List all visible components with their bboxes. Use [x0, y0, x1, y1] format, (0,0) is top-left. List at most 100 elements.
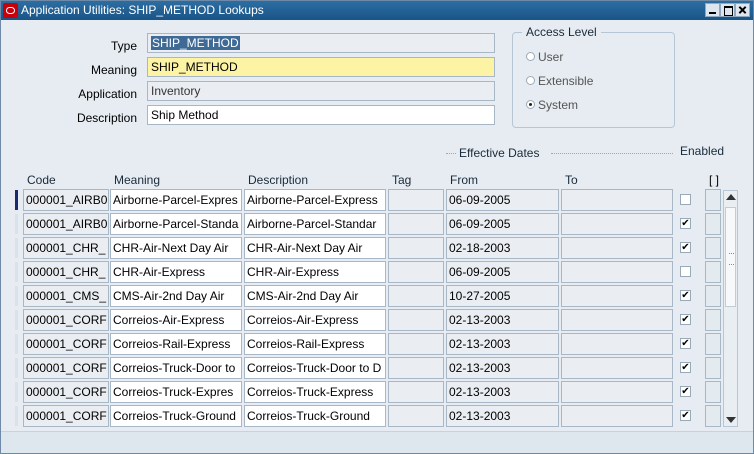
meaning-cell[interactable]: Airborne-Parcel-Expres: [110, 189, 242, 211]
row-indicator[interactable]: [15, 214, 18, 234]
row-indicator[interactable]: [15, 262, 18, 282]
enabled-checkbox[interactable]: [680, 266, 691, 277]
meaning-cell[interactable]: Correios-Rail-Express: [110, 333, 242, 355]
close-icon[interactable]: [735, 3, 750, 17]
enabled-checkbox[interactable]: ✔: [680, 386, 691, 397]
description-cell[interactable]: Correios-Air-Express: [244, 309, 386, 331]
scroll-up-icon[interactable]: [726, 194, 736, 200]
enabled-checkbox[interactable]: ✔: [680, 242, 691, 253]
meaning-cell[interactable]: Correios-Truck-Expres: [110, 381, 242, 403]
context-field[interactable]: [705, 309, 721, 331]
to-date-cell[interactable]: [561, 285, 673, 307]
row-indicator[interactable]: [15, 334, 18, 354]
table-row[interactable]: 000001_CORF Correios-Truck-Ground Correios…: [1, 405, 754, 427]
code-cell[interactable]: 000001_CORF: [23, 357, 109, 379]
enabled-checkbox[interactable]: ✔: [680, 290, 691, 301]
context-field[interactable]: [705, 405, 721, 427]
from-date-cell[interactable]: 02-18-2003: [446, 237, 559, 259]
row-indicator[interactable]: [15, 406, 18, 426]
code-cell[interactable]: 000001_CHR_: [23, 261, 109, 283]
code-cell[interactable]: 000001_CORF: [23, 405, 109, 427]
row-indicator[interactable]: [15, 238, 18, 258]
tag-cell[interactable]: [388, 381, 444, 403]
tag-cell[interactable]: [388, 237, 444, 259]
tag-cell[interactable]: [388, 261, 444, 283]
table-row[interactable]: 000001_CHR_ CHR-Air-Next Day Air CHR-Air-N…: [1, 237, 754, 259]
title-bar[interactable]: Application Utilities: SHIP_METHOD Looku…: [1, 1, 753, 20]
radio-button-icon[interactable]: [526, 52, 535, 62]
tag-cell[interactable]: [388, 333, 444, 355]
to-date-cell[interactable]: [561, 357, 673, 379]
context-field[interactable]: [705, 285, 721, 307]
description-cell[interactable]: CMS-Air-2nd Day Air: [244, 285, 386, 307]
context-field[interactable]: [705, 189, 721, 211]
from-date-cell[interactable]: 02-13-2003: [446, 333, 559, 355]
description-cell[interactable]: Correios-Truck-Express: [244, 381, 386, 403]
from-date-cell[interactable]: 06-09-2005: [446, 261, 559, 283]
context-field[interactable]: [705, 237, 721, 259]
meaning-cell[interactable]: CHR-Air-Next Day Air: [110, 237, 242, 259]
context-field[interactable]: [705, 333, 721, 355]
description-cell[interactable]: Airborne-Parcel-Express: [244, 189, 386, 211]
from-date-cell[interactable]: 10-27-2005: [446, 285, 559, 307]
from-date-cell[interactable]: 02-13-2003: [446, 381, 559, 403]
tag-cell[interactable]: [388, 357, 444, 379]
radio-extensible[interactable]: Extensible: [526, 73, 593, 89]
enabled-checkbox[interactable]: ✔: [680, 410, 691, 421]
row-indicator[interactable]: [15, 286, 18, 306]
row-indicator[interactable]: [15, 190, 18, 210]
context-field[interactable]: [705, 381, 721, 403]
table-row[interactable]: 000001_CORF Correios-Truck-Expres Correios…: [1, 381, 754, 403]
enabled-checkbox[interactable]: ✔: [680, 218, 691, 229]
description-cell[interactable]: Correios-Rail-Express: [244, 333, 386, 355]
meaning-field[interactable]: SHIP_METHOD: [147, 57, 495, 77]
meaning-cell[interactable]: CMS-Air-2nd Day Air: [110, 285, 242, 307]
code-cell[interactable]: 000001_CORF: [23, 333, 109, 355]
context-field[interactable]: [705, 261, 721, 283]
tag-cell[interactable]: [388, 405, 444, 427]
tag-cell[interactable]: [388, 189, 444, 211]
vertical-scrollbar[interactable]: [723, 190, 738, 427]
table-row[interactable]: 000001_CHR_ CHR-Air-Express CHR-Air-Expres…: [1, 261, 754, 283]
row-indicator[interactable]: [15, 358, 18, 378]
code-cell[interactable]: 000001_CMS_: [23, 285, 109, 307]
meaning-cell[interactable]: Airborne-Parcel-Standa: [110, 213, 242, 235]
code-cell[interactable]: 000001_CORF: [23, 309, 109, 331]
table-row[interactable]: 000001_CMS_ CMS-Air-2nd Day Air CMS-Air-2n…: [1, 285, 754, 307]
enabled-checkbox[interactable]: ✔: [680, 314, 691, 325]
from-date-cell[interactable]: 02-13-2003: [446, 405, 559, 427]
scroll-down-icon[interactable]: [726, 417, 736, 423]
row-indicator[interactable]: [15, 382, 18, 402]
radio-user[interactable]: User: [526, 49, 563, 65]
tag-cell[interactable]: [388, 309, 444, 331]
code-cell[interactable]: 000001_AIRB0: [23, 213, 109, 235]
scroll-thumb[interactable]: [725, 207, 736, 307]
context-field[interactable]: [705, 357, 721, 379]
to-date-cell[interactable]: [561, 237, 673, 259]
row-indicator[interactable]: [15, 310, 18, 330]
maximize-icon[interactable]: [720, 3, 735, 17]
tag-cell[interactable]: [388, 285, 444, 307]
code-cell[interactable]: 000001_CHR_: [23, 237, 109, 259]
from-date-cell[interactable]: 02-13-2003: [446, 357, 559, 379]
description-cell[interactable]: CHR-Air-Next Day Air: [244, 237, 386, 259]
code-cell[interactable]: 000001_CORF: [23, 381, 109, 403]
code-cell[interactable]: 000001_AIRB0: [23, 189, 109, 211]
description-cell[interactable]: Airborne-Parcel-Standar: [244, 213, 386, 235]
table-row[interactable]: 000001_CORF Correios-Air-Express Correios-…: [1, 309, 754, 331]
meaning-cell[interactable]: Correios-Truck-Ground: [110, 405, 242, 427]
radio-button-selected-icon[interactable]: [526, 100, 535, 110]
table-row[interactable]: 000001_CORF Correios-Rail-Express Correios…: [1, 333, 754, 355]
type-field[interactable]: SHIP_METHOD: [147, 33, 495, 53]
enabled-checkbox[interactable]: ✔: [680, 338, 691, 349]
description-cell[interactable]: Correios-Truck-Ground: [244, 405, 386, 427]
table-row[interactable]: 000001_AIRB0 Airborne-Parcel-Expres Airbor…: [1, 189, 754, 211]
meaning-cell[interactable]: Correios-Truck-Door to: [110, 357, 242, 379]
table-row[interactable]: 000001_CORF Correios-Truck-Door to Correio…: [1, 357, 754, 379]
application-field[interactable]: Inventory: [147, 81, 495, 101]
radio-system[interactable]: System: [526, 97, 578, 113]
to-date-cell[interactable]: [561, 405, 673, 427]
table-row[interactable]: 000001_AIRB0 Airborne-Parcel-Standa Airbor…: [1, 213, 754, 235]
meaning-cell[interactable]: CHR-Air-Express: [110, 261, 242, 283]
enabled-checkbox[interactable]: [680, 194, 691, 205]
